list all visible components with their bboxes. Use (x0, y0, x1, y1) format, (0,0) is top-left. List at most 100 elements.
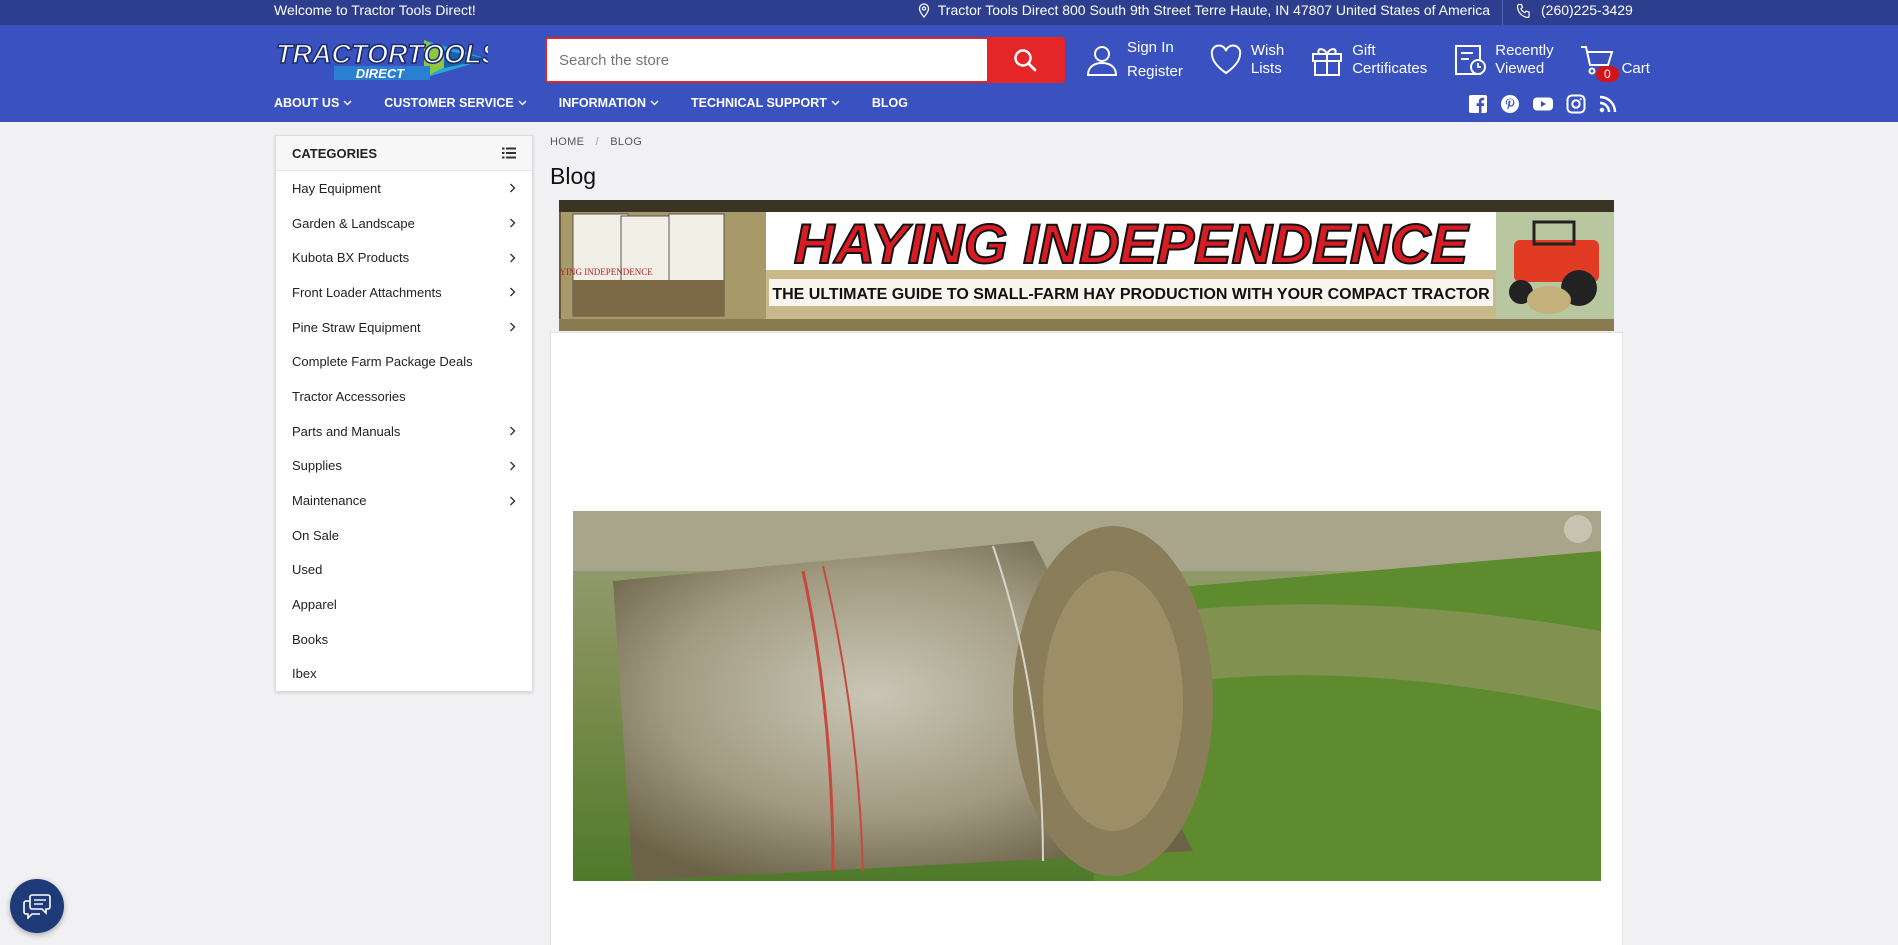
sidebar-category-label: Hay Equipment (292, 180, 381, 196)
logo-text: TRACTORTOOLS (276, 39, 488, 69)
cart-count-badge: 0 (1596, 66, 1619, 82)
chat-widget-button[interactable] (10, 879, 64, 933)
store-phone[interactable]: (260)225-3429 (1516, 2, 1633, 18)
chat-icon (23, 894, 51, 919)
cart-label: Cart (1621, 60, 1650, 77)
sidebar-category-item[interactable]: Books (276, 622, 532, 657)
sidebar-category-item[interactable]: Parts and Manuals (276, 414, 532, 449)
sign-in-link[interactable]: Sign In (1127, 39, 1183, 57)
sidebar-category-label: Garden & Landscape (292, 215, 415, 231)
register-link[interactable]: Register (1127, 63, 1183, 81)
sidebar-category-item[interactable]: Garden & Landscape (276, 206, 532, 241)
sidebar-category-label: Maintenance (292, 493, 367, 509)
gift-label-1: Gift (1352, 42, 1376, 59)
nav-label: CUSTOMER SERVICE (384, 96, 514, 110)
sidebar-category-label: On Sale (292, 527, 339, 543)
sidebar-category-label: Tractor Accessories (292, 388, 406, 404)
sidebar-category-item[interactable]: Ibex (276, 657, 532, 692)
chevron-right-icon (510, 461, 516, 471)
search-bar (545, 37, 1065, 83)
sidebar-category-label: Kubota BX Products (292, 250, 410, 266)
sidebar-category-item[interactable]: Front Loader Attachments (276, 275, 532, 310)
round-hay-bale-photo (573, 511, 1601, 881)
nav-technical-support[interactable]: TECHNICAL SUPPORT (691, 96, 840, 110)
sidebar-category-label: Apparel (292, 597, 337, 613)
chevron-right-icon (510, 426, 516, 436)
chevron-right-icon (510, 322, 516, 332)
nav-label: INFORMATION (558, 96, 646, 110)
sidebar-category-item[interactable]: Kubota BX Products (276, 240, 532, 275)
gift-icon (1312, 48, 1343, 76)
rss-icon[interactable] (1598, 94, 1618, 114)
breadcrumb-home[interactable]: HOME (550, 136, 584, 148)
search-button[interactable] (987, 39, 1063, 81)
social-links (1468, 94, 1618, 114)
pinterest-icon[interactable] (1500, 94, 1520, 114)
nav-label: BLOG (871, 96, 908, 110)
instagram-icon[interactable] (1566, 94, 1586, 114)
nav-information[interactable]: INFORMATION (559, 96, 659, 110)
sidebar-category-item[interactable]: Pine Straw Equipment (276, 310, 532, 345)
nav-label: ABOUT US (274, 96, 340, 110)
recent-icon (1455, 45, 1487, 75)
chevron-right-icon (510, 183, 516, 193)
sidebar-category-label: Pine Straw Equipment (292, 319, 421, 335)
sidebar-category-item[interactable]: Complete Farm Package Deals (276, 344, 532, 379)
chevron-down-icon (343, 100, 352, 106)
sidebar-category-label: Used (292, 562, 323, 578)
gift-label-2: Certificates (1352, 60, 1428, 77)
sidebar-category-item[interactable]: Used (276, 553, 532, 588)
recent-label-2: Viewed (1495, 60, 1545, 77)
welcome-text: Welcome to Tractor Tools Direct! (274, 2, 476, 18)
nav-about-us[interactable]: ABOUT US (274, 96, 352, 110)
gift-certificates-link[interactable]: Gift Certificates (1310, 39, 1427, 81)
sidebar-category-item[interactable]: Apparel (276, 587, 532, 622)
sidebar-category-item[interactable]: Maintenance (276, 483, 532, 518)
search-input[interactable] (547, 39, 987, 81)
recent-label-1: Recently (1495, 42, 1554, 59)
search-icon (1014, 49, 1037, 72)
sidebar-category-label: Supplies (292, 458, 342, 474)
facebook-icon[interactable] (1468, 94, 1488, 114)
sidebar-category-item[interactable]: On Sale (276, 518, 532, 553)
sidebar-category-label: Front Loader Attachments (292, 284, 442, 300)
sidebar-category-label: Books (292, 631, 329, 647)
wish-label-2: Lists (1250, 60, 1282, 77)
nav-blog[interactable]: BLOG (872, 96, 908, 110)
book-cover-text: HAYING INDEPENDENCE (559, 267, 653, 277)
wish-label-1: Wish (1250, 42, 1285, 59)
phone-icon (1516, 3, 1530, 18)
breadcrumb-separator: / (595, 136, 599, 148)
store-address[interactable]: Tractor Tools Direct 800 South 9th Stree… (918, 2, 1490, 18)
categories-list: Hay Equipment Garden & Landscape Kubota BX… (276, 171, 532, 691)
nav-customer-service[interactable]: CUSTOMER SERVICE (384, 96, 527, 110)
main-nav: ABOUT US CUSTOMER SERVICE INFORMATION TE… (274, 96, 908, 110)
site-logo[interactable]: TRACTORTOOLS DIRECT (274, 36, 500, 82)
sidebar-category-label: Parts and Manuals (292, 423, 401, 439)
chevron-down-icon (831, 100, 840, 106)
sidebar-category-label: Complete Farm Package Deals (292, 354, 473, 370)
sidebar-category-item[interactable]: Tractor Accessories (276, 379, 532, 414)
chevron-right-icon (510, 218, 516, 228)
banner-subline: THE ULTIMATE GUIDE TO SMALL-FARM HAY PRO… (772, 286, 1490, 303)
sidebar-category-label: Ibex (292, 666, 317, 682)
categories-header[interactable]: CATEGORIES (276, 136, 532, 171)
topbar-divider (1502, 0, 1503, 25)
top-bar: Welcome to Tractor Tools Direct! Tractor… (0, 0, 1898, 25)
chevron-right-icon (510, 253, 516, 263)
youtube-icon[interactable] (1532, 94, 1554, 114)
recently-viewed-link[interactable]: Recently Viewed (1453, 39, 1554, 81)
categories-title: CATEGORIES (292, 145, 377, 161)
wish-lists-link[interactable]: Wish Lists (1209, 39, 1284, 81)
chevron-down-icon (650, 100, 659, 106)
categories-sidebar: CATEGORIES Hay Equipment Garden & Landsca… (275, 135, 533, 693)
nav-label: TECHNICAL SUPPORT (690, 96, 827, 110)
haying-independence-banner[interactable]: HAYING INDEPENDENCE HAYING INDEPENDENCE … (547, 200, 1614, 331)
book-covers: HAYING INDEPENDENCE (547, 213, 725, 317)
chevron-down-icon (518, 100, 527, 106)
chevron-right-icon (510, 496, 516, 506)
breadcrumb-current: BLOG (610, 136, 643, 148)
sidebar-category-item[interactable]: Supplies (276, 449, 532, 484)
list-icon (502, 147, 516, 159)
sidebar-category-item[interactable]: Hay Equipment (276, 171, 532, 206)
